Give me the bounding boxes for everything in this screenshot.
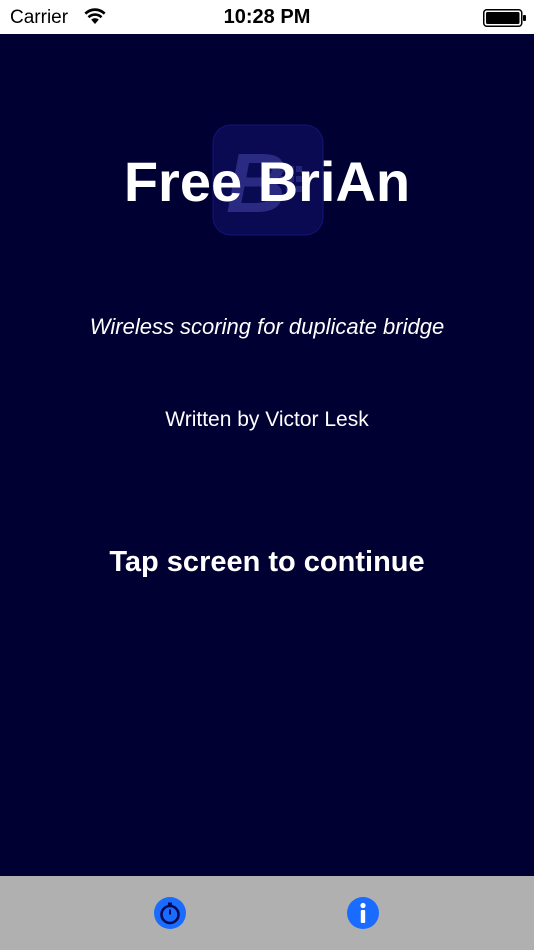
battery-icon xyxy=(483,9,527,27)
stopwatch-button[interactable] xyxy=(153,896,187,930)
tap-to-continue-prompt[interactable]: Tap screen to continue xyxy=(0,546,534,579)
app-title: Free BriAn xyxy=(123,150,411,213)
tab-bar xyxy=(0,876,534,950)
info-button[interactable] xyxy=(346,896,380,930)
app-tagline: Wireless scoring for duplicate bridge xyxy=(89,314,445,339)
status-time: 10:28 PM xyxy=(223,6,311,28)
stopwatch-icon xyxy=(153,896,187,930)
status-bar: Carrier 10:28 PM xyxy=(0,0,534,34)
author-credit: Written by Victor Lesk xyxy=(165,408,369,431)
splash-screen[interactable]: Carrier 10:28 PM B Free BriAn Wireless s… xyxy=(0,0,534,950)
info-icon xyxy=(346,896,380,930)
